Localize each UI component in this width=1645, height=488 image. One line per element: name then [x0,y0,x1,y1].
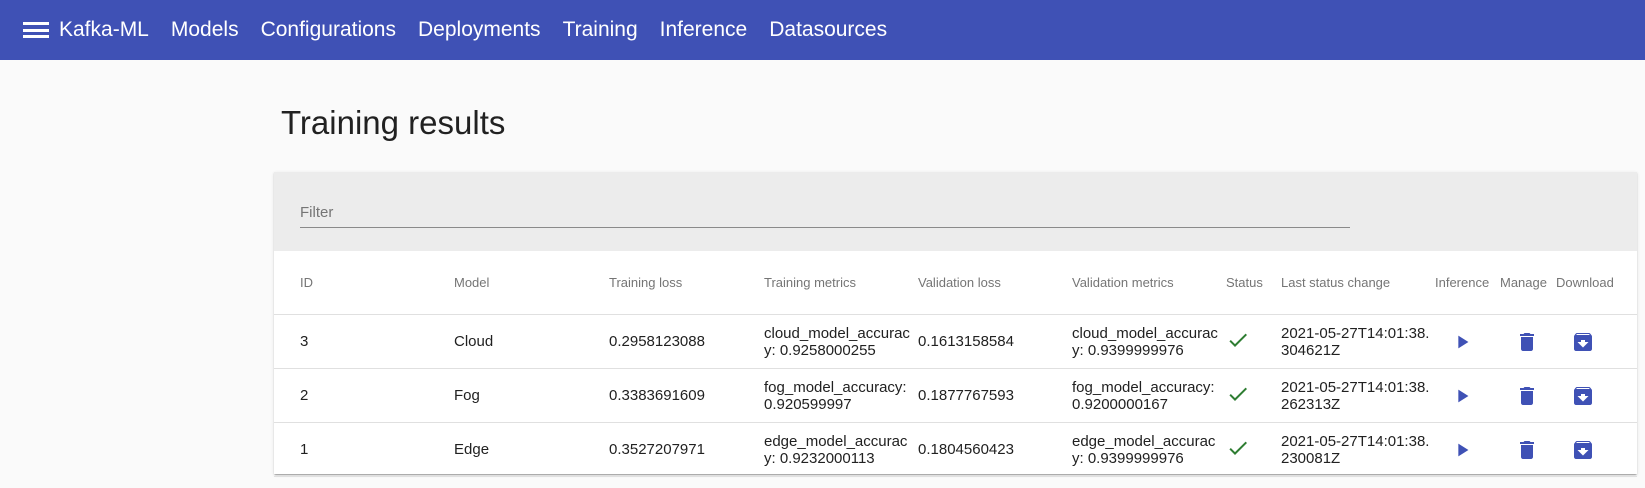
cell-training-loss: 0.3527207971 [609,441,705,458]
check-icon [1226,436,1250,464]
table-header-row: ID Model Training loss Training metrics … [274,251,1637,315]
header-id[interactable]: ID [300,251,450,314]
header-model[interactable]: Model [454,251,604,314]
nav-training[interactable]: Training [563,18,638,42]
nav-configurations[interactable]: Configurations [261,18,396,42]
table-row: 3 Cloud 0.2958123088 cloud_model_accuracy: … [274,315,1637,369]
cell-model: Edge [454,441,490,458]
cell-status [1226,315,1280,368]
header-validation-metrics[interactable]: Validation metrics [1072,251,1226,314]
cell-download [1556,315,1618,368]
header-manage: Manage [1500,275,1547,290]
cell-id: 3 [300,333,309,350]
play-icon[interactable] [1451,385,1473,407]
filter-input[interactable] [300,197,1350,228]
cell-id: 1 [300,441,309,458]
nav-inference[interactable]: Inference [660,18,748,42]
cell-last-status-change: 2021-05-27T14:01:38.304621Z [1281,324,1430,359]
header-training-loss[interactable]: Training loss [609,251,759,314]
cell-inference [1435,423,1497,476]
header-inference: Inference [1435,275,1490,290]
header-download: Download [1556,275,1614,290]
page-title: Training results [281,104,506,141]
cell-training-loss: 0.2958123088 [609,333,705,350]
cell-validation-loss: 0.1877767593 [918,387,1014,404]
cell-validation-metrics: cloud_model_accuracy: 0.9399999976 [1072,324,1218,359]
cell-download [1556,369,1618,422]
header-validation-loss[interactable]: Validation loss [918,251,1068,314]
cell-validation-metrics: edge_model_accuracy: 0.9399999976 [1072,432,1216,467]
delete-icon[interactable] [1515,438,1539,462]
play-icon[interactable] [1451,439,1473,461]
cell-inference [1435,315,1497,368]
check-icon [1226,382,1250,410]
cell-last-status-change: 2021-05-27T14:01:38.230081Z [1281,432,1430,467]
filter-area [274,172,1637,251]
table-row: 2 Fog 0.3383691609 fog_model_accuracy: 0.92… [274,369,1637,423]
cell-model: Cloud [454,333,494,350]
top-app-bar: Kafka-ML Models Configurations Deploymen… [0,0,1645,60]
cell-manage [1500,423,1554,476]
cell-status [1226,423,1280,476]
cell-training-metrics: cloud_model_accuracy: 0.9258000255 [764,324,910,359]
header-last-status-change[interactable]: Last status change [1281,251,1431,314]
cell-validation-metrics: fog_model_accuracy: 0.9200000167 [1072,378,1215,413]
cell-validation-loss: 0.1804560423 [918,441,1014,458]
header-status[interactable]: Status [1226,251,1280,314]
cell-status [1226,369,1280,422]
cell-last-status-change: 2021-05-27T14:01:38.262313Z [1281,378,1430,413]
play-icon[interactable] [1451,331,1473,353]
download-icon[interactable] [1571,438,1595,462]
cell-download [1556,423,1618,476]
check-icon [1226,328,1250,356]
download-icon[interactable] [1571,330,1595,354]
nav-datasources[interactable]: Datasources [769,18,887,42]
nav-deployments[interactable]: Deployments [418,18,541,42]
results-table: ID Model Training loss Training metrics … [274,251,1637,477]
cell-training-loss: 0.3383691609 [609,387,705,404]
cell-model: Fog [454,387,480,404]
cell-training-metrics: edge_model_accuracy: 0.9232000113 [764,432,908,467]
cell-training-metrics: fog_model_accuracy: 0.920599997 [764,378,907,413]
cell-manage [1500,315,1554,368]
results-card: ID Model Training loss Training metrics … [274,172,1637,477]
cell-validation-loss: 0.1613158584 [918,333,1014,350]
download-icon[interactable] [1571,384,1595,408]
delete-icon[interactable] [1515,330,1539,354]
nav-models[interactable]: Models [171,18,239,42]
header-training-metrics[interactable]: Training metrics [764,251,918,314]
table-body: 3 Cloud 0.2958123088 cloud_model_accuracy: … [274,315,1637,477]
cell-id: 2 [300,387,309,404]
menu-icon[interactable] [23,20,49,40]
cell-manage [1500,369,1554,422]
app-title[interactable]: Kafka-ML [59,18,149,42]
delete-icon[interactable] [1515,384,1539,408]
cell-inference [1435,369,1497,422]
table-row: 1 Edge 0.3527207971 edge_model_accuracy: 0.… [274,423,1637,477]
